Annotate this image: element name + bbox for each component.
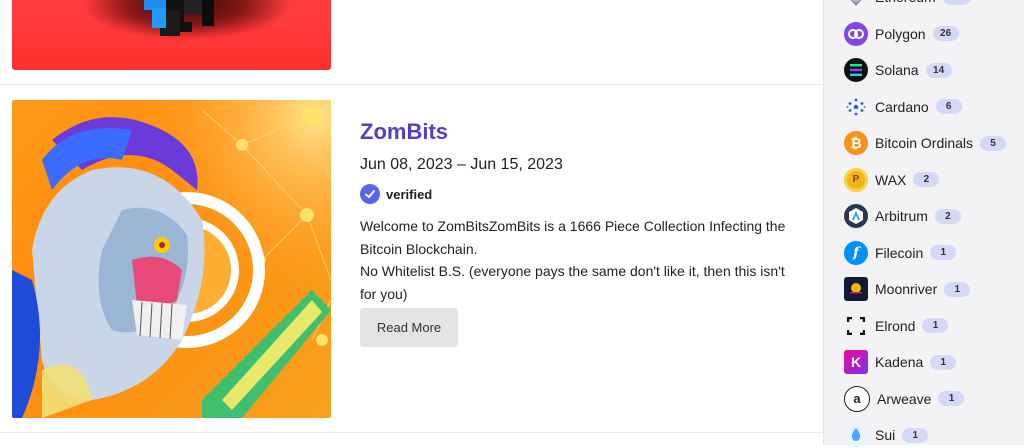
chain-name: Solana xyxy=(875,62,919,78)
chain-count-badge: 1 xyxy=(930,245,957,260)
arweave-icon: a xyxy=(844,385,870,412)
chain-name: Arbitrum xyxy=(875,208,928,224)
chain-count-badge: 5 xyxy=(980,135,1007,151)
collection-description: Welcome to ZomBitsZomBits is a 1666 Piec… xyxy=(360,215,790,305)
chain-count-badge: 2 xyxy=(913,172,940,187)
card-divider xyxy=(0,432,823,433)
bitcoin-icon: ₿ xyxy=(844,131,868,155)
polygon-icon xyxy=(844,21,868,46)
chain-count-badge: 26 xyxy=(932,26,959,41)
chain-count-badge: 1 xyxy=(902,427,929,443)
chain-name: Ethereum xyxy=(875,0,936,5)
solana-icon xyxy=(844,58,868,82)
chain-count-badge: 14 xyxy=(925,62,952,78)
chain-filter-polygon[interactable]: Polygon 26 xyxy=(844,21,959,47)
chain-filter-arbitrum[interactable]: Arbitrum 2 xyxy=(844,203,961,229)
chain-name: Moonriver xyxy=(875,281,938,297)
sui-icon xyxy=(844,423,868,447)
cardano-icon xyxy=(844,95,868,119)
chain-name: Polygon xyxy=(875,25,926,42)
chain-filter-solana[interactable]: Solana 14 xyxy=(844,57,952,83)
previous-collection-image[interactable] xyxy=(12,0,331,70)
card-divider xyxy=(0,84,823,85)
chain-count-badge: 1 xyxy=(930,354,957,370)
chain-filter-bitcoin-ordinals[interactable]: ₿ Bitcoin Ordinals 5 xyxy=(844,130,1007,156)
chain-name: Filecoin xyxy=(875,244,924,261)
verified-check-icon xyxy=(360,184,380,204)
chain-filter-arweave[interactable]: a Arweave 1 xyxy=(844,385,965,412)
chain-count-badge: 1 xyxy=(938,391,965,406)
collection-dates: Jun 08, 2023 – Jun 15, 2023 xyxy=(360,156,563,173)
verified-label: verified xyxy=(386,186,433,202)
chain-name: WAX xyxy=(875,171,907,188)
arbitrum-icon xyxy=(844,204,868,228)
chain-count-badge: 1 xyxy=(922,318,949,333)
chain-filter-kadena[interactable]: K Kadena 1 xyxy=(844,349,957,375)
wax-icon: P xyxy=(844,167,868,192)
chain-filter-sui[interactable]: Sui 1 xyxy=(844,422,929,448)
verified-indicator: verified xyxy=(360,184,432,204)
chain-count-badge: 2 xyxy=(934,208,961,224)
chain-filter-filecoin[interactable]: f Filecoin 1 xyxy=(844,240,957,266)
moonriver-icon xyxy=(844,277,868,301)
read-more-button[interactable]: Read More xyxy=(360,308,458,347)
chain-name: Elrond xyxy=(875,317,916,334)
chain-name: Kadena xyxy=(875,354,924,370)
chain-filter-moonriver[interactable]: Moonriver 1 xyxy=(844,276,971,302)
chain-filter-cardano[interactable]: Cardano 6 xyxy=(844,94,962,120)
chain-name: Arweave xyxy=(877,390,932,407)
chain-name: Cardano xyxy=(875,98,929,115)
filecoin-icon: f xyxy=(844,240,868,265)
chain-count-badge: 6 xyxy=(935,99,962,114)
chain-count-badge: 1 xyxy=(944,281,971,297)
chain-filter-sidebar: Ethereum 169 Polygon 26 Solana 14 Cardano 6 ₿ Bit… xyxy=(823,0,1024,448)
chain-name: Bitcoin Ordinals xyxy=(875,135,974,151)
chain-filter-ethereum[interactable]: Ethereum 169 xyxy=(844,0,972,10)
ethereum-icon xyxy=(844,0,868,9)
main-content: ZomBits Jun 08, 2023 – Jun 15, 2023 veri… xyxy=(0,0,823,445)
chain-filter-elrond[interactable]: Elrond 1 xyxy=(844,313,949,339)
chain-filter-wax[interactable]: P WAX 2 xyxy=(844,167,940,193)
collection-title[interactable]: ZomBits xyxy=(360,119,448,145)
description-line: Welcome to ZomBitsZomBits is a 1666 Piec… xyxy=(360,218,786,257)
kadena-icon: K xyxy=(844,350,868,374)
chain-name: Sui xyxy=(875,427,896,443)
collection-image[interactable] xyxy=(12,100,331,418)
description-line: No Whitelist B.S. (everyone pays the sam… xyxy=(360,263,785,302)
elrond-icon xyxy=(844,314,868,338)
chain-count-badge: 169 xyxy=(942,0,972,5)
